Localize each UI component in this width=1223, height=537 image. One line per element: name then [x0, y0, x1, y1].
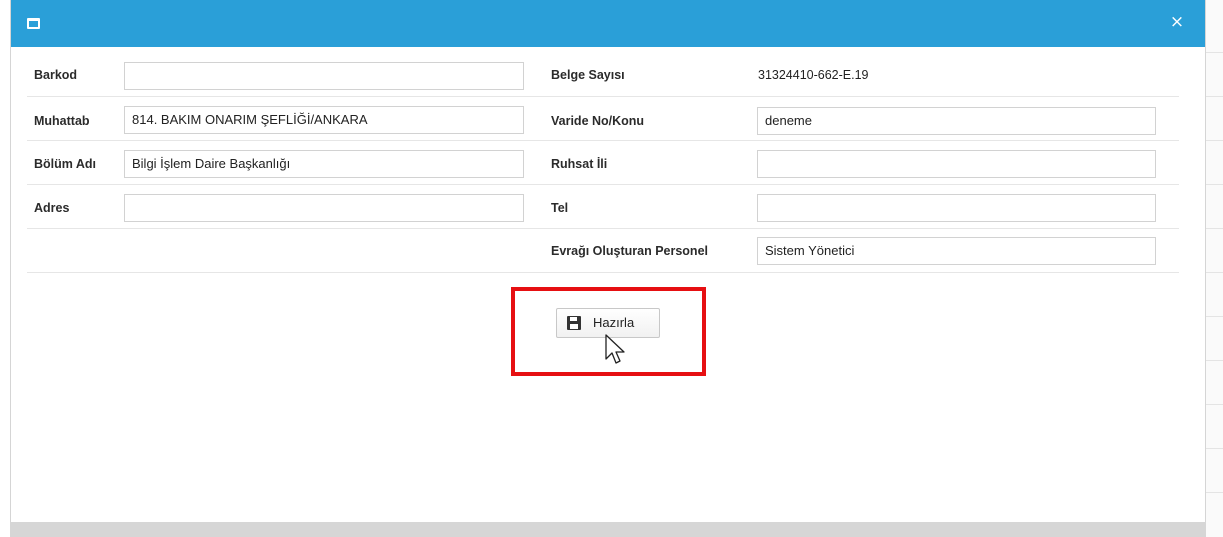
ruhsat-ili-label: Ruhsat İli — [551, 157, 608, 171]
bolum-adi-label: Bölüm Adı — [34, 157, 97, 171]
window-icon — [27, 18, 40, 29]
adres-label: Adres — [34, 201, 70, 215]
form-row-barkod: Barkod Belge Sayısı 31324410-662-E.19 — [27, 53, 1179, 97]
dialog-titlebar[interactable]: × — [11, 0, 1205, 47]
close-button[interactable]: × — [1167, 12, 1187, 32]
mouse-cursor-icon — [605, 334, 625, 364]
document-dialog: × Barkod Belge Sayısı 31324410-662-E.19 … — [10, 0, 1206, 522]
barkod-label: Barkod — [34, 68, 78, 82]
save-icon — [567, 316, 581, 330]
dialog-bottom-shadow — [10, 522, 1206, 537]
form-row-adres: Adres Tel — [27, 185, 1179, 229]
belge-sayisi-value: 31324410-662-E.19 — [758, 68, 869, 82]
prepare-button-label: Hazırla — [593, 315, 635, 330]
muhattab-field[interactable]: 814. BAKIM ONARIM ŞEFLİĞİ/ANKARA — [124, 106, 524, 134]
personel-field[interactable]: Sistem Yönetici — [757, 237, 1156, 265]
form-row-personel: Evrağı Oluşturan Personel Sistem Yönetic… — [27, 229, 1179, 273]
form-row-muhattab: Muhattab 814. BAKIM ONARIM ŞEFLİĞİ/ANKAR… — [27, 97, 1179, 141]
tel-field[interactable] — [757, 194, 1156, 222]
ruhsat-ili-field[interactable] — [757, 150, 1156, 178]
adres-field[interactable] — [124, 194, 524, 222]
belge-sayisi-label: Belge Sayısı — [551, 68, 625, 82]
muhattab-label: Muhattab — [34, 114, 90, 128]
bolum-adi-field[interactable]: Bilgi İşlem Daire Başkanlığı — [124, 150, 524, 178]
personel-label: Evrağı Oluşturan Personel — [551, 244, 708, 258]
varide-label: Varide No/Konu — [551, 114, 645, 128]
form-row-bolum-adi: Bölüm Adı Bilgi İşlem Daire Başkanlığı R… — [27, 141, 1179, 185]
background-page-strip — [1206, 0, 1223, 537]
barkod-field[interactable] — [124, 62, 524, 90]
tel-label: Tel — [551, 201, 569, 215]
varide-field[interactable]: deneme — [757, 107, 1156, 135]
